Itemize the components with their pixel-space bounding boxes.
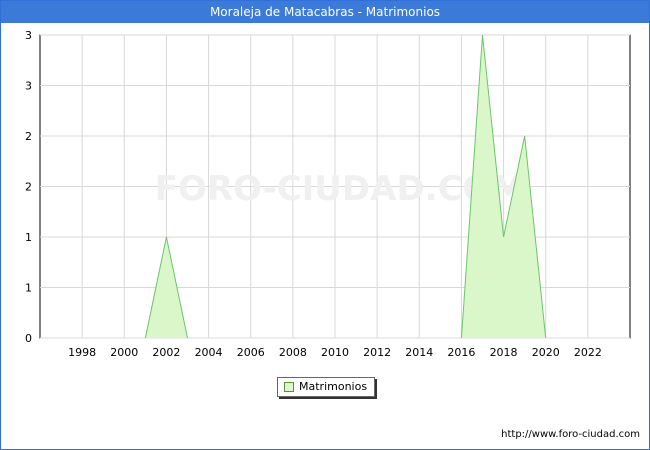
y-tick-label: 2	[25, 130, 32, 143]
x-tick-label: 2004	[195, 346, 223, 359]
x-tick-label: 2012	[363, 346, 391, 359]
y-tick-label: 0	[25, 332, 32, 345]
x-tick-labels: 1998 2000 2002 2004 2006 2008 2010 2012 2014 2016…	[68, 346, 602, 359]
y-tick-label: 2	[25, 181, 32, 194]
y-tick-label: 3	[25, 29, 32, 42]
x-tick-label: 2018	[490, 346, 518, 359]
x-tick-label: 2022	[574, 346, 602, 359]
x-tick-label: 2020	[532, 346, 560, 359]
legend: Matrimonios	[277, 377, 375, 397]
legend-swatch	[284, 382, 294, 392]
legend-label: Matrimonios	[299, 380, 368, 393]
x-tick-label: 2008	[279, 346, 307, 359]
footer-url: http://www.foro-ciudad.com	[501, 429, 640, 440]
x-tick-label: 2002	[152, 346, 180, 359]
x-tick-label: 1998	[68, 346, 96, 359]
y-tick-labels: 0 1 1 2 2 3 3	[25, 29, 32, 345]
x-tick-label: 2016	[447, 346, 475, 359]
watermark-text: FORO-CIUDAD.COM	[155, 169, 526, 209]
y-tick-label: 1	[25, 282, 32, 295]
y-tick-label: 1	[25, 231, 32, 244]
x-tick-label: 2010	[321, 346, 349, 359]
x-tick-label: 2006	[237, 346, 265, 359]
x-tick-label: 2000	[110, 346, 138, 359]
y-tick-label: 3	[25, 80, 32, 93]
x-tick-label: 2014	[405, 346, 433, 359]
